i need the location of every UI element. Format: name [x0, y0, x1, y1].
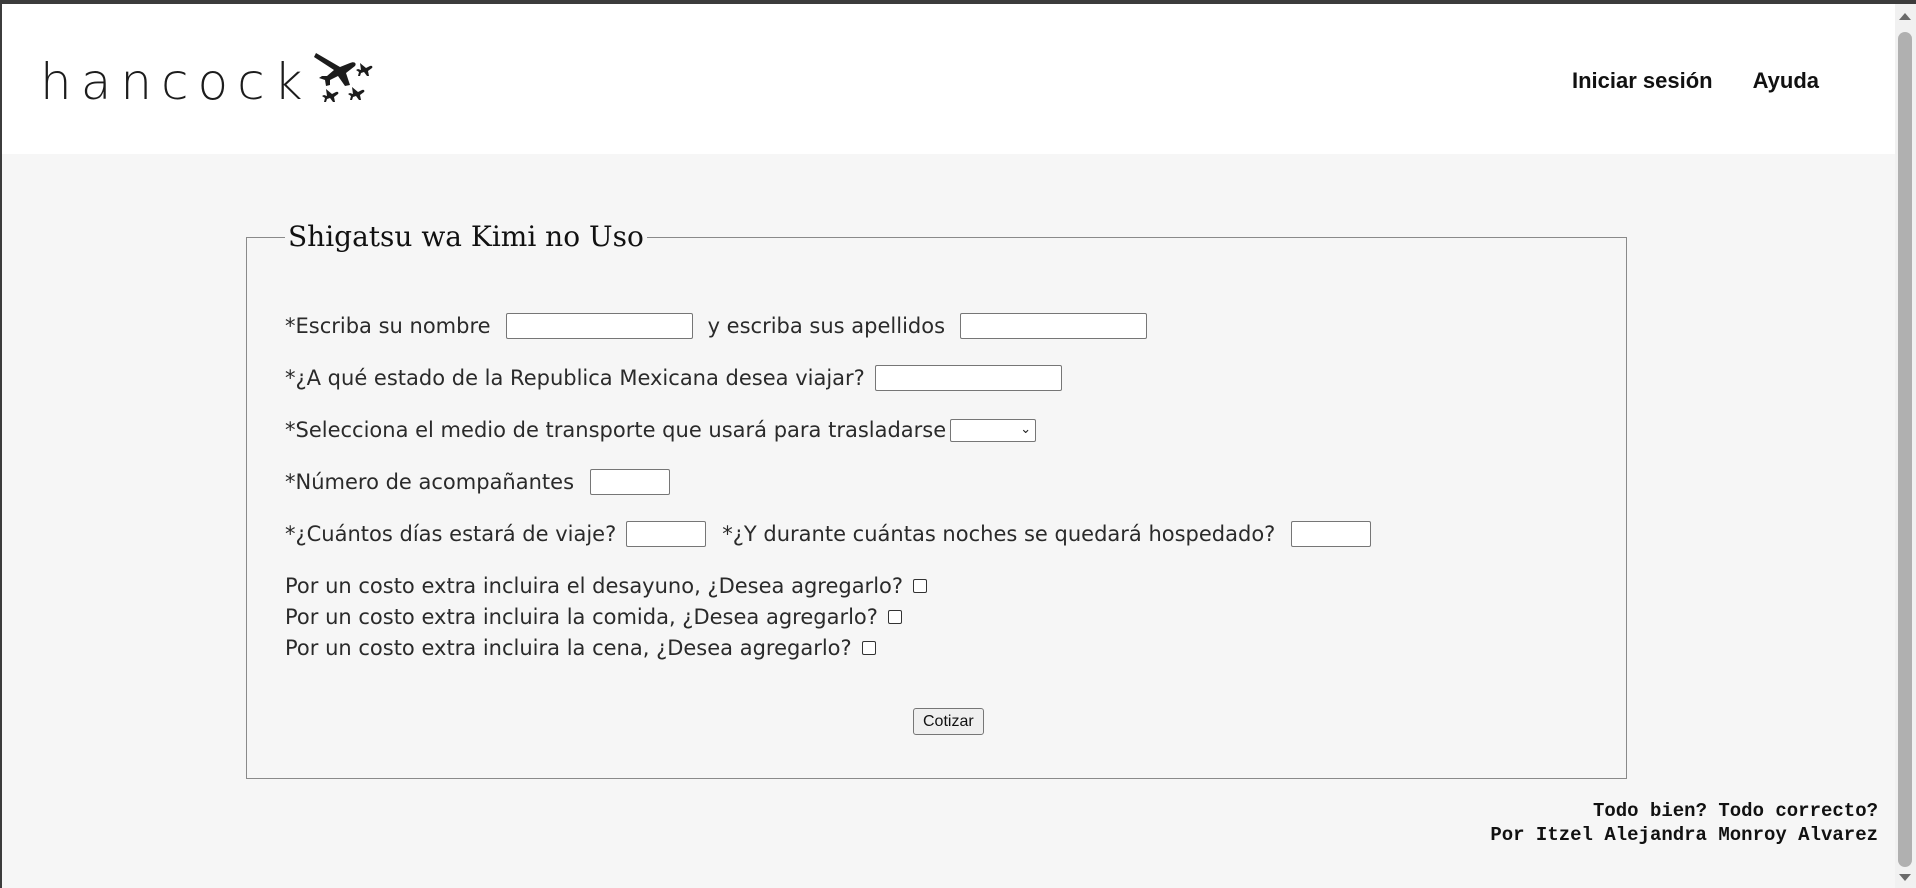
quote-submit-button[interactable]: Cotizar — [913, 708, 984, 735]
top-nav: Iniciar sesión Ayuda — [1572, 68, 1819, 94]
days-nights-row: *¿Cuántos días estará de viaje? *¿Y dura… — [285, 521, 1372, 547]
state-input[interactable] — [874, 365, 1062, 391]
logo-text: hancock — [40, 53, 312, 111]
dinner-row: Por un costo extra incluira la cena, ¿De… — [285, 636, 876, 660]
breakfast-checkbox[interactable] — [913, 579, 928, 593]
dinner-checkbox[interactable] — [861, 641, 876, 655]
days-input[interactable] — [626, 521, 707, 547]
companions-row: *Número de acompañantes — [285, 469, 671, 495]
vertical-scrollbar[interactable] — [1895, 4, 1916, 888]
footer-credits: Todo bien? Todo correcto? Por Itzel Alej… — [1490, 799, 1878, 847]
lunch-checkbox[interactable] — [887, 610, 902, 624]
breakfast-label: Por un costo extra incluira el desayuno,… — [285, 574, 904, 598]
nights-label: *¿Y durante cuántas noches se quedará ho… — [722, 522, 1276, 546]
state-label: *¿A qué estado de la Republica Mexicana … — [285, 366, 865, 390]
chevron-down-icon: ⌄ — [1020, 421, 1032, 437]
footer-line-2: Por Itzel Alejandra Monroy Alvarez — [1490, 824, 1878, 846]
name-input[interactable] — [505, 313, 693, 339]
scroll-down-arrow-icon[interactable] — [1899, 874, 1911, 881]
quote-form-fieldset: Shigatsu wa Kimi no Uso *Escriba su nomb… — [246, 220, 1627, 779]
scrollbar-thumb[interactable] — [1898, 32, 1912, 867]
site-header: hancock Iniciar sesión Ayuda — [2, 4, 1895, 154]
transport-select[interactable]: ⌄ — [950, 418, 1037, 442]
lunch-row: Por un costo extra incluira la comida, ¿… — [285, 605, 902, 629]
scroll-up-arrow-icon[interactable] — [1899, 13, 1911, 20]
transport-label: *Selecciona el medio de transporte que u… — [285, 418, 947, 442]
state-row: *¿A qué estado de la Republica Mexicana … — [285, 365, 1062, 391]
lunch-label: Por un costo extra incluira la comida, ¿… — [285, 605, 878, 629]
name-row: *Escriba su nombre y escriba sus apellid… — [285, 313, 1148, 339]
footer-line-1: Todo bien? Todo correcto? — [1592, 800, 1878, 822]
page-viewport: hancock Iniciar sesión Ayuda Shigatsu wa… — [2, 4, 1895, 888]
nav-help-link[interactable]: Ayuda — [1753, 68, 1819, 94]
form-legend: Shigatsu wa Kimi no Uso — [285, 220, 647, 253]
nav-login-link[interactable]: Iniciar sesión — [1572, 68, 1713, 94]
nights-input[interactable] — [1291, 521, 1372, 547]
dinner-label: Por un costo extra incluira la cena, ¿De… — [285, 636, 852, 660]
airplanes-icon — [313, 53, 372, 102]
surname-label: y escriba sus apellidos — [707, 314, 946, 338]
companions-input[interactable] — [590, 469, 671, 495]
name-label: *Escriba su nombre — [285, 314, 491, 338]
logo[interactable]: hancock — [40, 50, 376, 114]
surname-input[interactable] — [960, 313, 1148, 339]
breakfast-row: Por un costo extra incluira el desayuno,… — [285, 574, 928, 598]
days-label: *¿Cuántos días estará de viaje? — [285, 522, 617, 546]
transport-row: *Selecciona el medio de transporte que u… — [285, 418, 1037, 442]
companions-label: *Número de acompañantes — [285, 470, 575, 494]
